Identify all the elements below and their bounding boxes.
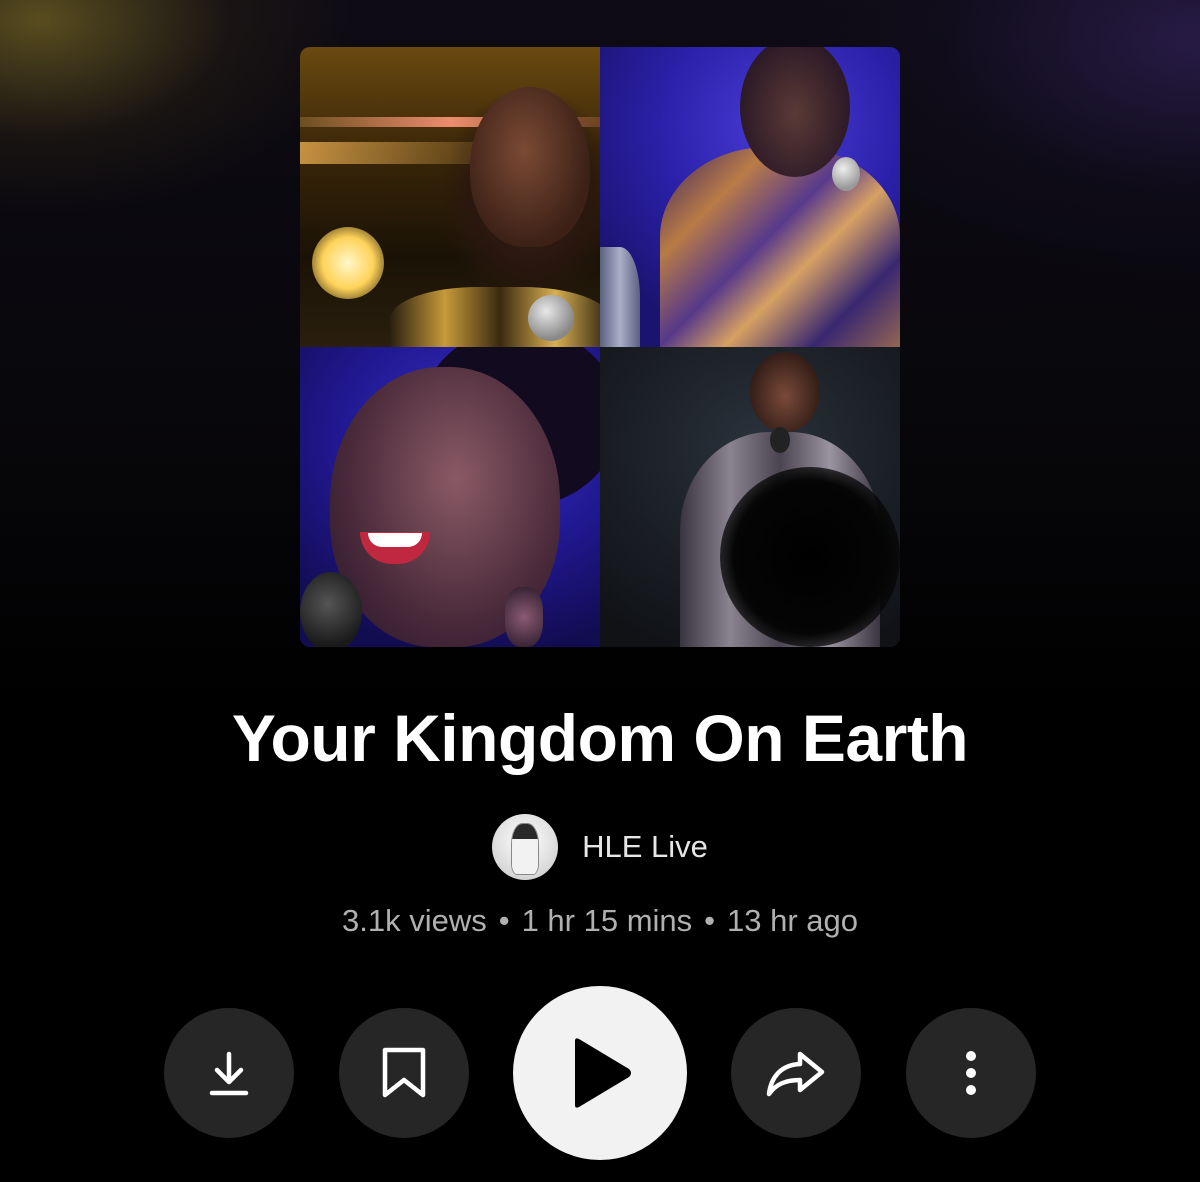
download-icon bbox=[209, 1051, 249, 1096]
more-options-button[interactable] bbox=[906, 1008, 1036, 1138]
artwork-tile-bottom-left bbox=[300, 347, 600, 647]
download-button[interactable] bbox=[164, 1008, 294, 1138]
posted-time: 13 hr ago bbox=[727, 903, 859, 938]
episode-title: Your Kingdom On Earth bbox=[231, 701, 969, 775]
artwork-tile-top-left bbox=[300, 47, 600, 347]
action-bar bbox=[0, 986, 1200, 1162]
share-icon bbox=[766, 1051, 825, 1097]
play-button[interactable] bbox=[513, 986, 687, 1160]
view-count: 3.1k views bbox=[341, 903, 487, 938]
duration: 1 hr 15 mins bbox=[521, 903, 693, 938]
artwork-tile-bottom-right bbox=[600, 347, 900, 647]
cover-artwork bbox=[300, 47, 900, 647]
channel-avatar[interactable] bbox=[492, 814, 559, 880]
more-vertical-icon bbox=[966, 1051, 976, 1095]
channel-row[interactable]: HLE Live bbox=[0, 814, 1200, 880]
channel-name[interactable]: HLE Live bbox=[582, 829, 708, 865]
bookmark-icon bbox=[382, 1047, 426, 1098]
artwork-tile-top-right bbox=[600, 47, 900, 347]
meta-separator: • bbox=[704, 903, 716, 938]
share-button[interactable] bbox=[731, 1008, 861, 1138]
play-icon bbox=[575, 1038, 631, 1108]
save-button[interactable] bbox=[339, 1008, 469, 1138]
meta-separator: • bbox=[498, 903, 510, 938]
episode-meta: 3.1k views • 1 hr 15 mins • 13 hr ago bbox=[0, 903, 1200, 939]
